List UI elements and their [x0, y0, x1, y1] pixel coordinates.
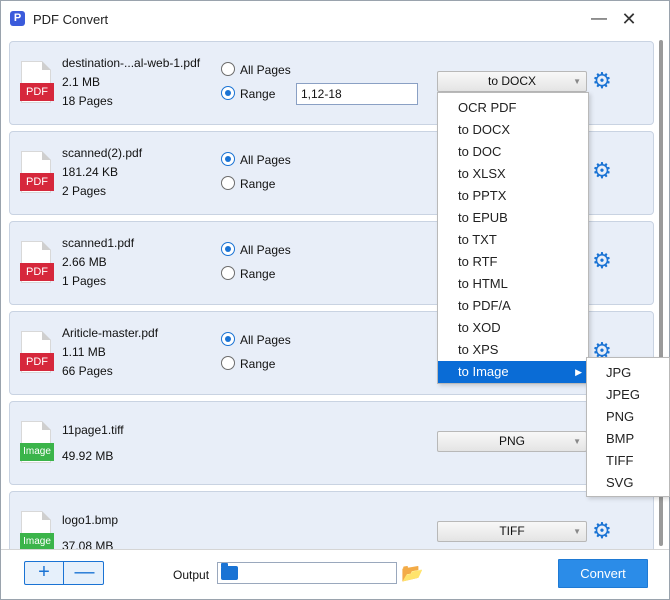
gear-icon[interactable]: ⚙ — [591, 70, 613, 92]
format-select[interactable]: to DOCX ▼ — [437, 71, 587, 92]
app-logo-icon: P — [10, 11, 25, 26]
file-card: Image logo1.bmp 37.08 MB TIFF ▼ ⚙ — [9, 491, 654, 549]
output-path-field[interactable] — [217, 562, 397, 584]
file-size: 2.1 MB — [62, 75, 101, 89]
minimize-button[interactable]: — — [585, 7, 613, 31]
pdf-file-icon: PDF — [20, 241, 54, 285]
all-pages-radio[interactable] — [221, 242, 235, 256]
menu-item-ocr-pdf[interactable]: OCR PDF — [438, 97, 588, 119]
chevron-down-icon: ▼ — [573, 527, 581, 536]
submenu-item-tiff[interactable]: TIFF — [587, 450, 669, 472]
menu-item-to-pptx[interactable]: to PPTX — [438, 185, 588, 207]
submenu-item-svg[interactable]: SVG — [587, 472, 669, 494]
menu-item-to-xod[interactable]: to XOD — [438, 317, 588, 339]
range-label[interactable]: Range — [240, 267, 275, 281]
file-size: 181.24 KB — [62, 165, 119, 179]
output-label: Output — [173, 568, 210, 582]
format-select[interactable]: PNG ▼ — [437, 431, 587, 452]
menu-item-to-image[interactable]: to Image ▶ — [438, 361, 588, 383]
menu-item-to-pdfa[interactable]: to PDF/A — [438, 295, 588, 317]
file-type-badge: PDF — [20, 83, 54, 101]
file-type-badge: PDF — [20, 353, 54, 371]
add-remove-group: + — — [24, 561, 104, 585]
menu-item-to-epub[interactable]: to EPUB — [438, 207, 588, 229]
all-pages-radio[interactable] — [221, 152, 235, 166]
file-size: 49.92 MB — [62, 449, 114, 463]
format-dropdown-menu: OCR PDF to DOCX to DOC to XLSX to PPTX t… — [437, 92, 589, 384]
all-pages-radio[interactable] — [221, 62, 235, 76]
all-pages-label[interactable]: All Pages — [240, 333, 291, 347]
range-label[interactable]: Range — [240, 87, 275, 101]
chevron-down-icon: ▼ — [573, 77, 581, 86]
menu-item-to-doc[interactable]: to DOC — [438, 141, 588, 163]
remove-file-button[interactable]: — — [65, 562, 104, 584]
file-pages: 18 Pages — [62, 94, 113, 108]
file-type-badge: Image — [20, 533, 54, 549]
format-select-value: TIFF — [499, 524, 525, 538]
file-size: 2.66 MB — [62, 255, 107, 269]
all-pages-label[interactable]: All Pages — [240, 63, 291, 77]
image-file-icon: Image — [20, 511, 54, 549]
menu-item-to-xlsx[interactable]: to XLSX — [438, 163, 588, 185]
range-radio[interactable] — [221, 266, 235, 280]
convert-button[interactable]: Convert — [558, 559, 648, 588]
file-name: scanned(2).pdf — [62, 146, 143, 160]
menu-item-to-txt[interactable]: to TXT — [438, 229, 588, 251]
menu-item-to-rtf[interactable]: to RTF — [438, 251, 588, 273]
file-type-badge: Image — [20, 443, 54, 461]
image-format-submenu: JPG JPEG PNG BMP TIFF SVG — [586, 357, 670, 497]
range-label[interactable]: Range — [240, 177, 275, 191]
app-window: P PDF Convert — ✕ PDF destination-...al-… — [0, 0, 670, 600]
title-bar: P PDF Convert — ✕ — [1, 1, 669, 37]
menu-item-label: to Image — [458, 364, 509, 379]
gear-icon[interactable]: ⚙ — [591, 250, 613, 272]
menu-item-to-docx[interactable]: to DOCX — [438, 119, 588, 141]
submenu-item-jpg[interactable]: JPG — [587, 362, 669, 384]
all-pages-label[interactable]: All Pages — [240, 153, 291, 167]
format-select-value: to DOCX — [487, 74, 536, 88]
file-name: logo1.bmp — [62, 513, 119, 527]
range-label[interactable]: Range — [240, 357, 275, 371]
range-radio[interactable] — [221, 176, 235, 190]
close-button[interactable]: ✕ — [615, 7, 643, 31]
file-pages: 66 Pages — [62, 364, 113, 378]
file-size: 37.08 MB — [62, 539, 114, 549]
pdf-file-icon: PDF — [20, 151, 54, 195]
format-select[interactable]: TIFF ▼ — [437, 521, 587, 542]
file-name: destination-...al-web-1.pdf — [62, 56, 201, 70]
image-file-icon: Image — [20, 421, 54, 465]
range-radio[interactable] — [221, 356, 235, 370]
pdf-file-icon: PDF — [20, 61, 54, 105]
range-radio[interactable] — [221, 86, 235, 100]
gear-icon[interactable]: ⚙ — [591, 160, 613, 182]
pdf-file-icon: PDF — [20, 331, 54, 375]
all-pages-radio[interactable] — [221, 332, 235, 346]
page-range-input[interactable]: 1,12-18 — [296, 83, 418, 105]
open-folder-icon[interactable]: 📂 — [401, 563, 423, 583]
format-select-value: PNG — [498, 434, 525, 448]
file-pages: 2 Pages — [62, 184, 107, 198]
menu-item-to-html[interactable]: to HTML — [438, 273, 588, 295]
chevron-down-icon: ▼ — [573, 437, 581, 446]
submenu-item-bmp[interactable]: BMP — [587, 428, 669, 450]
file-name: 11page1.tiff — [62, 423, 124, 437]
submenu-item-png[interactable]: PNG — [587, 406, 669, 428]
file-size: 1.11 MB — [62, 345, 106, 359]
submenu-arrow-icon: ▶ — [575, 367, 582, 377]
bottom-toolbar: + — Output 📂 Convert — [1, 549, 669, 599]
menu-item-to-xps[interactable]: to XPS — [438, 339, 588, 361]
window-title: PDF Convert — [33, 12, 109, 27]
submenu-item-jpeg[interactable]: JPEG — [587, 384, 669, 406]
all-pages-label[interactable]: All Pages — [240, 243, 291, 257]
file-type-badge: PDF — [20, 263, 54, 281]
gear-icon[interactable]: ⚙ — [591, 520, 613, 542]
file-name: Ariticle-master.pdf — [62, 326, 159, 340]
file-name: scanned1.pdf — [62, 236, 135, 250]
add-file-button[interactable]: + — [25, 562, 64, 584]
folder-icon — [221, 563, 238, 580]
file-pages: 1 Pages — [62, 274, 107, 288]
file-type-badge: PDF — [20, 173, 54, 191]
file-card: Image 11page1.tiff 49.92 MB PNG ▼ — [9, 401, 654, 485]
